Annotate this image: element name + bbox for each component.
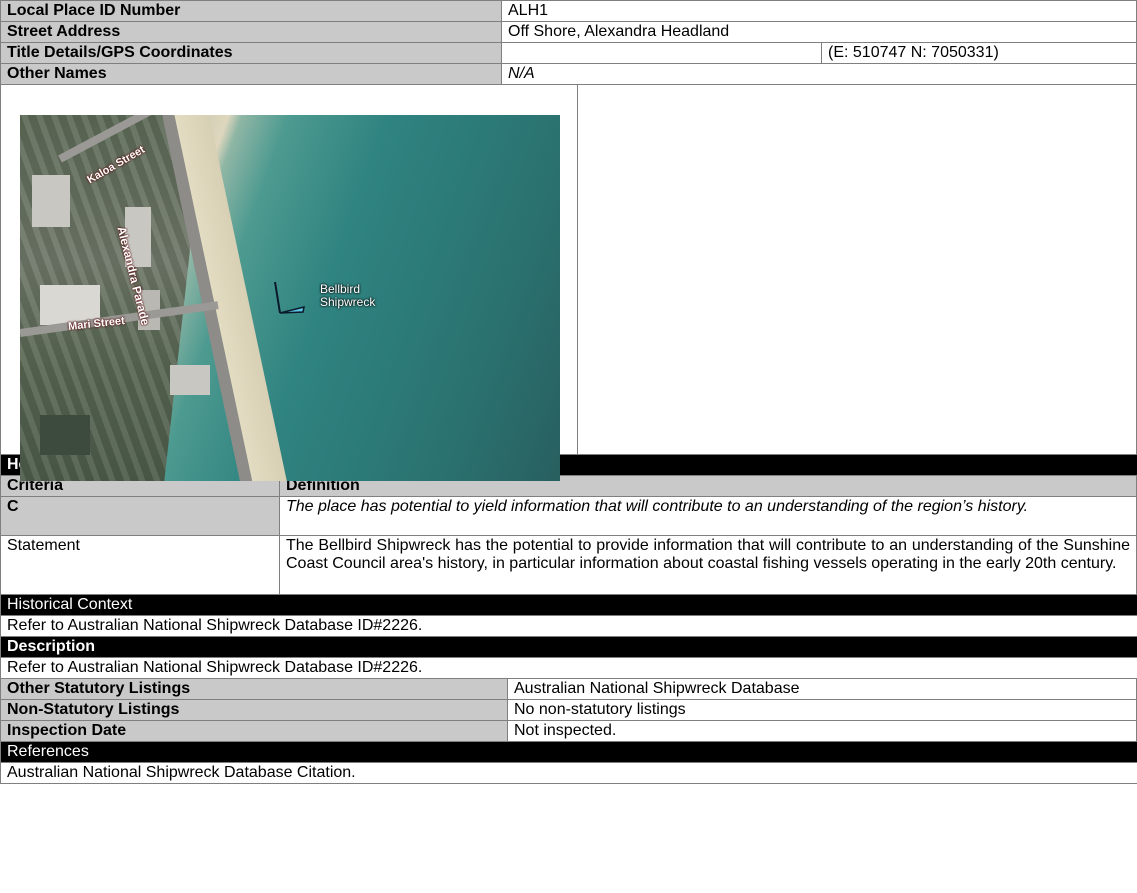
gps-coordinates-value: (E: 510747 N: 7050331) bbox=[821, 42, 1137, 64]
row-references-text: Australian National Shipwreck Database C… bbox=[0, 762, 1137, 784]
title-details-label: Title Details/GPS Coordinates bbox=[0, 42, 502, 64]
row-references-title: References bbox=[0, 741, 1137, 763]
other-names-label: Other Names bbox=[0, 63, 502, 85]
title-details-value bbox=[501, 42, 822, 64]
shipwreck-marker-icon bbox=[274, 281, 305, 314]
map-pond bbox=[40, 415, 90, 455]
inspection-date-value: Not inspected. bbox=[507, 720, 1137, 742]
row-other-statutory: Other Statutory Listings Australian Nati… bbox=[0, 678, 1137, 700]
map-building bbox=[170, 365, 210, 395]
local-place-id-label: Local Place ID Number bbox=[0, 0, 502, 22]
row-description-title: Description bbox=[0, 636, 1137, 658]
non-statutory-value: No non-statutory listings bbox=[507, 699, 1137, 721]
label-bellbird: Bellbird bbox=[320, 282, 361, 296]
row-inspection-date: Inspection Date Not inspected. bbox=[0, 720, 1137, 742]
non-statutory-label: Non-Statutory Listings bbox=[0, 699, 508, 721]
statement-label: Statement bbox=[0, 535, 280, 595]
references-text: Australian National Shipwreck Database C… bbox=[0, 762, 1137, 784]
aerial-map-image: Kaloa Street Alexandra Parade Mari Stree… bbox=[20, 115, 560, 481]
empty-cell bbox=[577, 84, 1137, 455]
row-description-text: Refer to Australian National Shipwreck D… bbox=[0, 657, 1137, 679]
other-statutory-value: Australian National Shipwreck Database bbox=[507, 678, 1137, 700]
label-shipwreck: Shipwreck bbox=[320, 295, 376, 309]
criterion-code: C bbox=[0, 496, 280, 536]
other-statutory-label: Other Statutory Listings bbox=[0, 678, 508, 700]
row-other-names: Other Names N/A bbox=[0, 63, 1137, 85]
statement-text: The Bellbird Shipwreck has the potential… bbox=[279, 535, 1137, 595]
local-place-id-value: ALH1 bbox=[501, 0, 1137, 22]
historical-context-text: Refer to Australian National Shipwreck D… bbox=[0, 615, 1137, 637]
row-non-statutory: Non-Statutory Listings No non-statutory … bbox=[0, 699, 1137, 721]
other-names-value: N/A bbox=[501, 63, 1137, 85]
description-text: Refer to Australian National Shipwreck D… bbox=[0, 657, 1137, 679]
row-criterion-c: C The place has potential to yield infor… bbox=[0, 496, 1137, 536]
inspection-date-label: Inspection Date bbox=[0, 720, 508, 742]
label-bellbird-shipwreck: Bellbird Shipwreck bbox=[320, 283, 375, 309]
street-address-value: Off Shore, Alexandra Headland bbox=[501, 21, 1137, 43]
historical-context-title: Historical Context bbox=[0, 594, 1137, 616]
row-historical-context-title: Historical Context bbox=[0, 594, 1137, 616]
row-statement: Statement The Bellbird Shipwreck has the… bbox=[0, 535, 1137, 595]
street-address-label: Street Address bbox=[0, 21, 502, 43]
criterion-definition: The place has potential to yield informa… bbox=[279, 496, 1137, 536]
description-title: Description bbox=[0, 636, 1137, 658]
row-local-place-id: Local Place ID Number ALH1 bbox=[0, 0, 1137, 22]
row-title-details: Title Details/GPS Coordinates (E: 510747… bbox=[0, 42, 1137, 64]
references-title: References bbox=[0, 741, 1137, 763]
map-building bbox=[32, 175, 70, 227]
row-historical-context-text: Refer to Australian National Shipwreck D… bbox=[0, 615, 1137, 637]
row-street-address: Street Address Off Shore, Alexandra Head… bbox=[0, 21, 1137, 43]
